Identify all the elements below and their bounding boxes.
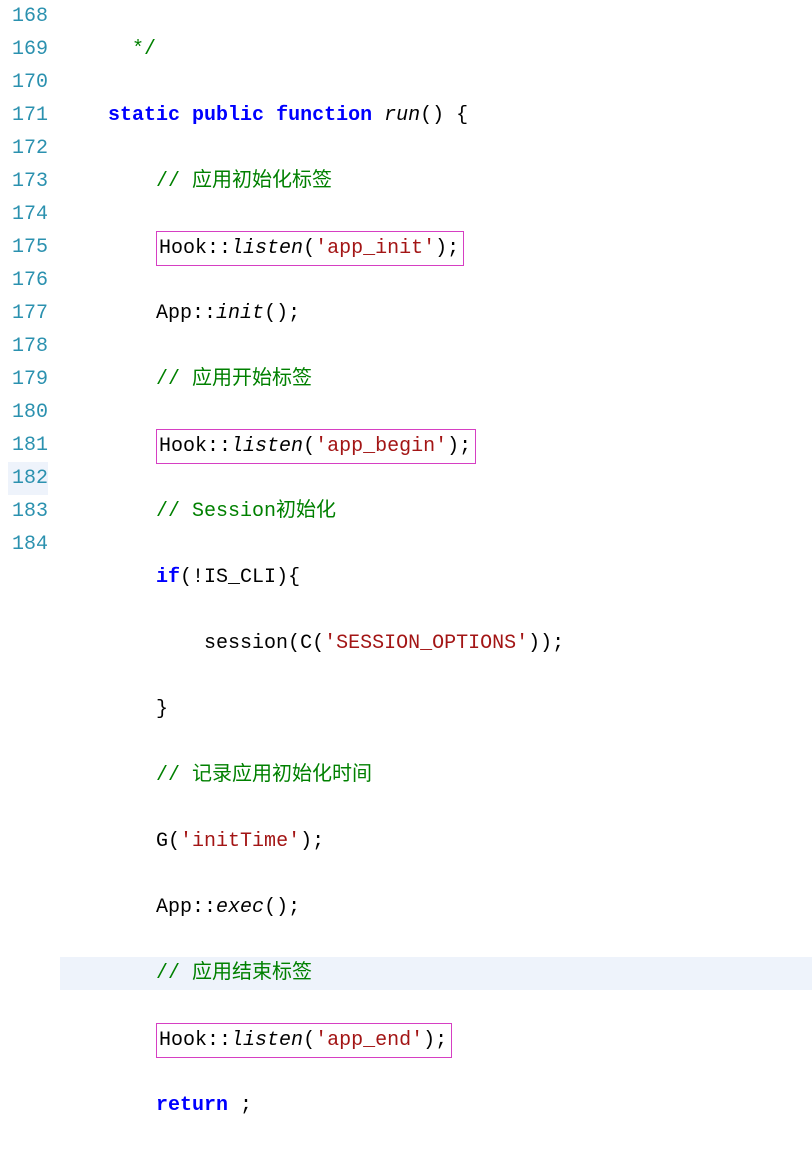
line-number: 182 [8,462,48,495]
code-line[interactable]: App::init(); [60,297,812,330]
comment: // 应用初始化标签 [156,170,332,193]
string: 'app_init' [315,237,435,260]
code-line[interactable]: // 应用初始化标签 [60,165,812,198]
line-number: 181 [8,429,48,462]
line-number: 178 [8,330,48,363]
identifier: G [156,830,168,853]
method: exec [216,896,264,919]
code-line[interactable]: Hook::listen('app_end'); [60,1023,812,1056]
line-number: 183 [8,495,48,528]
line-number: 180 [8,396,48,429]
code-line[interactable]: return ; [60,1089,812,1122]
keyword-return: return [156,1094,228,1117]
method: listen [231,1029,303,1052]
code-line-highlighted[interactable]: // 应用结束标签 [60,957,812,990]
keyword-static: static [108,104,180,127]
line-number: 176 [8,264,48,297]
code-line[interactable]: // 记录应用初始化时间 [60,759,812,792]
identifier: App [156,302,192,325]
line-number: 173 [8,165,48,198]
line-gutter: 168 169 170 171 172 173 174 175 176 177 … [0,0,60,1160]
comment: // 应用开始标签 [156,368,312,391]
line-number: 170 [8,66,48,99]
method: init [216,302,264,325]
comment: // 应用结束标签 [156,962,312,985]
line-number: 174 [8,198,48,231]
identifier: Hook [159,1029,207,1052]
brace: } [156,698,168,721]
punct: () { [420,104,468,127]
line-number: 169 [8,33,48,66]
string: 'initTime' [180,830,300,853]
line-number: 177 [8,297,48,330]
identifier: Hook [159,435,207,458]
line-number: 175 [8,231,48,264]
code-line[interactable]: Hook::listen('app_begin'); [60,429,812,462]
method: listen [231,237,303,260]
code-editor[interactable]: 168 169 170 171 172 173 174 175 176 177 … [0,0,812,1160]
line-number: 184 [8,528,48,561]
comment: // Session初始化 [156,500,336,523]
code-line[interactable]: Hook::listen('app_init'); [60,231,812,264]
code-line[interactable]: // 应用开始标签 [60,363,812,396]
string: 'SESSION_OPTIONS' [324,632,528,655]
code-line[interactable]: G('initTime'); [60,825,812,858]
highlight-box-app-end: Hook::listen('app_end'); [156,1023,452,1058]
highlight-box-app-init: Hook::listen('app_init'); [156,231,464,266]
method: listen [231,435,303,458]
comment: // 记录应用初始化时间 [156,764,372,787]
constant: IS_CLI [204,566,276,589]
comment-close: */ [132,38,156,61]
highlight-box-app-begin: Hook::listen('app_begin'); [156,429,476,464]
string: 'app_end' [315,1029,423,1052]
code-line[interactable]: static public function run() { [60,99,812,132]
code-line[interactable]: } [60,693,812,726]
code-line[interactable]: session(C('SESSION_OPTIONS')); [60,627,812,660]
code-line[interactable]: // Session初始化 [60,495,812,528]
function-name: run [384,104,420,127]
line-number: 171 [8,99,48,132]
line-number: 168 [8,0,48,33]
keyword-if: if [156,566,180,589]
identifier: Hook [159,237,207,260]
code-line[interactable]: */ [60,33,812,66]
keyword-public: public [192,104,264,127]
code-area[interactable]: */ static public function run() { // 应用初… [60,0,812,1160]
code-line[interactable]: if(!IS_CLI){ [60,561,812,594]
identifier: session [204,632,288,655]
keyword-function: function [276,104,372,127]
line-number: 179 [8,363,48,396]
identifier: App [156,896,192,919]
code-line[interactable]: App::exec(); [60,891,812,924]
line-number: 172 [8,132,48,165]
string: 'app_begin' [315,435,447,458]
